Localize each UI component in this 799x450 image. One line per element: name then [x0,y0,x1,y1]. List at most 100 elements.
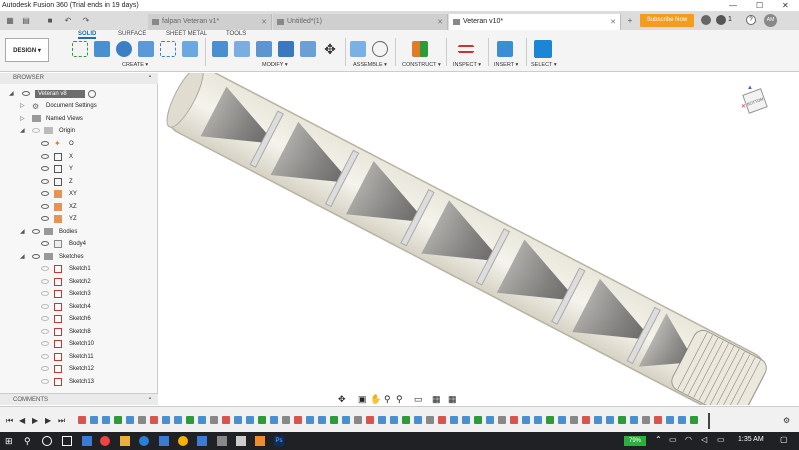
timeline-end-icon[interactable]: ⏭ [58,416,65,426]
body-item[interactable]: Body4 [0,238,158,250]
doc-tab-untitled[interactable]: Untitled*(1) ✕ [273,14,448,30]
insert-group-label[interactable]: INSERT ▾ [494,62,518,68]
timeline-feature-icon[interactable] [354,416,362,424]
timeline-feature-icon[interactable] [390,416,398,424]
timeline-feature-icon[interactable] [366,416,374,424]
timeline-feature-icon[interactable] [666,416,674,424]
timeline-play-icon[interactable]: ▶ [32,416,38,425]
create-sketch-icon[interactable] [72,41,88,57]
activate-radio-icon[interactable] [88,90,96,98]
pan-icon[interactable]: ✋ [370,394,381,405]
visibility-icon[interactable] [41,291,49,296]
new-component-icon[interactable] [350,41,366,57]
suppressor-body[interactable] [160,65,771,420]
origin-item[interactable]: Y [0,163,158,175]
help-icon[interactable]: ? [746,15,756,25]
job-status-icon[interactable] [701,15,711,25]
timeline-feature-icon[interactable] [582,416,590,424]
visibility-icon[interactable] [41,166,49,171]
construct-group-label[interactable]: CONSTRUCT ▾ [402,62,441,68]
close-icon[interactable]: ✕ [782,1,789,10]
visibility-icon[interactable] [41,266,49,271]
assemble-group-label[interactable]: ASSEMBLE ▾ [353,62,387,68]
insert-image-icon[interactable] [497,41,513,57]
browser-node-origin[interactable]: ◢ Origin [0,125,158,137]
collapse-icon[interactable]: ◢ [20,125,25,137]
canvas-viewport[interactable]: BOTTOM ✕ ▲ [158,65,799,420]
sketch-item[interactable]: Sketch3 [0,288,158,300]
timeline-feature-icon[interactable] [258,416,266,424]
timeline-feature-icon[interactable] [426,416,434,424]
timeline-feature-icon[interactable] [150,416,158,424]
close-tab-icon[interactable]: ✕ [261,18,267,26]
sketch-item[interactable]: Sketch8 [0,326,158,338]
timeline-feature-icon[interactable] [678,416,686,424]
visibility-icon[interactable] [41,316,49,321]
visibility-icon[interactable] [41,366,49,371]
press-pull-icon[interactable] [212,41,228,57]
timeline-feature-icon[interactable] [306,416,314,424]
timeline-feature-icon[interactable] [630,416,638,424]
visibility-icon[interactable] [41,304,49,309]
timeline-feature-icon[interactable] [162,416,170,424]
select-group-label[interactable]: SELECT ▾ [531,62,557,68]
zoom-icon[interactable]: ⚲ [384,394,391,405]
visibility-icon[interactable] [41,329,49,334]
browser-node-sketches[interactable]: ◢ Sketches [0,251,158,263]
extrude-icon[interactable] [94,41,110,57]
timeline-feature-icon[interactable] [558,416,566,424]
timeline-feature-icon[interactable] [78,416,86,424]
move-icon[interactable]: ✥ [322,41,338,57]
visibility-icon[interactable] [41,354,49,359]
timeline-feature-icon[interactable] [606,416,614,424]
file-explorer-icon[interactable] [120,436,130,446]
cortana-icon[interactable] [42,436,52,446]
file-menu-icon[interactable]: ▤ [20,15,32,26]
timeline-feature-icon[interactable] [438,416,446,424]
timeline-feature-icon[interactable] [510,416,518,424]
undo-icon[interactable]: ↶ [62,15,74,26]
timeline-feature-icon[interactable] [294,416,302,424]
zoom-window-icon[interactable]: ⚲ [396,394,403,405]
timeline-feature-icon[interactable] [594,416,602,424]
visibility-icon[interactable] [32,254,40,259]
browser-root[interactable]: ◢ Veteran v8 [0,88,158,100]
collapse-icon[interactable]: ◢ [20,226,25,238]
visibility-icon[interactable] [41,179,49,184]
timeline-feature-icon[interactable] [342,416,350,424]
mail-icon[interactable] [82,436,92,446]
tab-tools[interactable]: TOOLS [226,31,246,37]
expand-icon[interactable]: ▷ [20,100,25,112]
avatar[interactable]: AM [764,14,777,27]
visibility-icon[interactable] [41,191,49,196]
timeline-feature-icon[interactable] [402,416,410,424]
combine-icon[interactable] [300,41,316,57]
box-icon[interactable] [182,41,198,57]
timeline-back-icon[interactable]: ◀ [19,416,25,425]
timeline-feature-icon[interactable] [102,416,110,424]
grid-settings-icon[interactable]: ▦ [432,394,441,405]
viewports-icon[interactable]: ▦ [448,394,457,405]
visibility-icon[interactable] [41,216,49,221]
shell-icon[interactable] [278,41,294,57]
sketch-item[interactable]: Sketch12 [0,363,158,375]
pattern-icon[interactable] [160,41,176,57]
look-at-icon[interactable]: ▣ [358,394,367,405]
edge-icon[interactable] [139,436,149,446]
app-icon[interactable] [236,436,246,446]
timeline-feature-icon[interactable] [654,416,662,424]
timeline-feature-icon[interactable] [330,416,338,424]
timeline-feature-icon[interactable] [642,416,650,424]
visibility-icon[interactable] [41,141,49,146]
browser-node-document-settings[interactable]: ▷ ⚙ Document Settings [0,100,158,112]
expand-icon[interactable]: ▷ [20,113,25,125]
timeline-feature-icon[interactable] [270,416,278,424]
timeline-feature-icon[interactable] [318,416,326,424]
measure-icon[interactable] [458,45,474,53]
viewcube[interactable]: BOTTOM ✕ ▲ [741,85,771,115]
tab-surface[interactable]: SURFACE [118,31,146,37]
timeline-feature-icon[interactable] [198,416,206,424]
battery-indicator[interactable]: 79% [624,436,646,446]
task-view-icon[interactable] [62,436,72,446]
visibility-icon[interactable] [41,154,49,159]
